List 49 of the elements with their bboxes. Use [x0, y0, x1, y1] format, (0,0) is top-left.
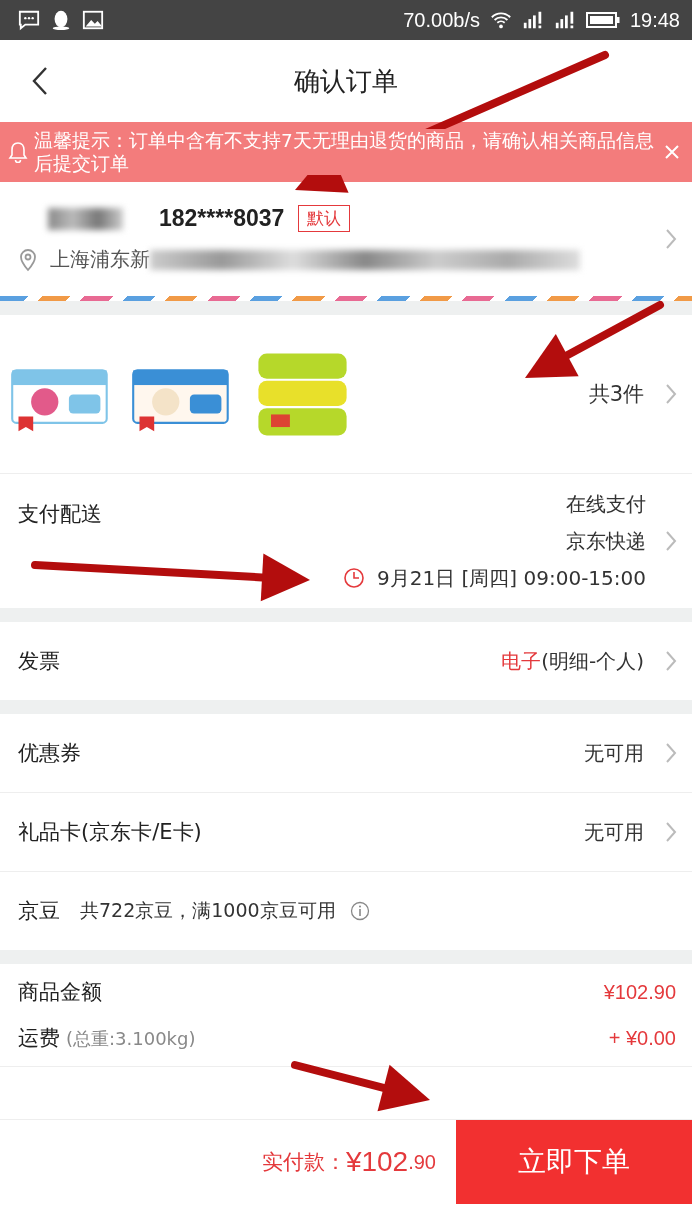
row-label: 优惠券 [18, 740, 81, 767]
amount-label: 运费 [18, 1025, 60, 1052]
default-tag: 默认 [298, 205, 351, 232]
row-label: 礼品卡(京东卡/E卡) [18, 819, 202, 846]
phone-number: 182****8037 [159, 205, 285, 232]
page-title: 确认订单 [294, 64, 398, 98]
chevron-icon [664, 383, 678, 405]
chevron-icon [664, 742, 678, 764]
clock-icon [343, 567, 365, 589]
location-pin-icon [18, 247, 38, 272]
section-label: 支付配送 [18, 501, 102, 528]
back-icon[interactable] [32, 66, 48, 96]
chevron-icon [664, 650, 678, 672]
list-row[interactable]: 优惠券 无可用 [0, 714, 692, 792]
total-amount: 实付款：¥102.90 [260, 1145, 437, 1179]
row-label: 京豆 [18, 898, 60, 925]
row-value: 无可用 [584, 818, 644, 846]
list-row[interactable]: 礼品卡(京东卡/E卡) 无可用 [0, 792, 692, 871]
invoice-value: 电子(明细-个人) [501, 647, 644, 675]
network-speed: 70.00b/s [403, 8, 480, 32]
row-label: 发票 [18, 648, 60, 675]
delivery-section[interactable]: 支付配送 在线支付 京东快递 9月21日 [周四] 09:00-15:00 [0, 474, 692, 608]
message-icon [18, 9, 40, 31]
signal-icon [521, 9, 544, 31]
amount-value: ¥102.90 [603, 981, 676, 1004]
battery-icon [585, 11, 620, 29]
address-text: 上海浦东新 [50, 246, 150, 273]
clock-time: 19:48 [629, 8, 680, 32]
chevron-icon [664, 821, 678, 843]
signal-icon [553, 9, 576, 31]
bell-icon [8, 141, 28, 163]
row-value: 共722京豆，满1000京豆可用 [80, 898, 336, 923]
delivery-time: 9月21日 [周四] 09:00-15:00 [377, 564, 646, 592]
submit-order-button[interactable]: 立即下单 [456, 1120, 692, 1204]
close-icon[interactable] [664, 144, 680, 160]
image-icon [82, 9, 104, 31]
courier-name: 京东快递 [566, 527, 646, 555]
weight-note: (总重:3.100kg) [66, 1027, 196, 1051]
chevron-icon [664, 228, 678, 250]
row-value: 无可用 [584, 739, 644, 767]
address-card[interactable]: 182****8037 默认 上海浦东新 [0, 182, 692, 296]
amount-label: 商品金额 [18, 979, 102, 1006]
product-row[interactable]: 共3件 [0, 315, 692, 474]
payment-method: 在线支付 [566, 490, 646, 518]
chevron-icon [664, 530, 678, 552]
item-count: 共3件 [588, 381, 644, 408]
invoice-row[interactable]: 发票 电子(明细-个人) [0, 622, 692, 700]
amount-value: + ¥0.00 [608, 1027, 676, 1050]
info-icon [349, 901, 370, 921]
